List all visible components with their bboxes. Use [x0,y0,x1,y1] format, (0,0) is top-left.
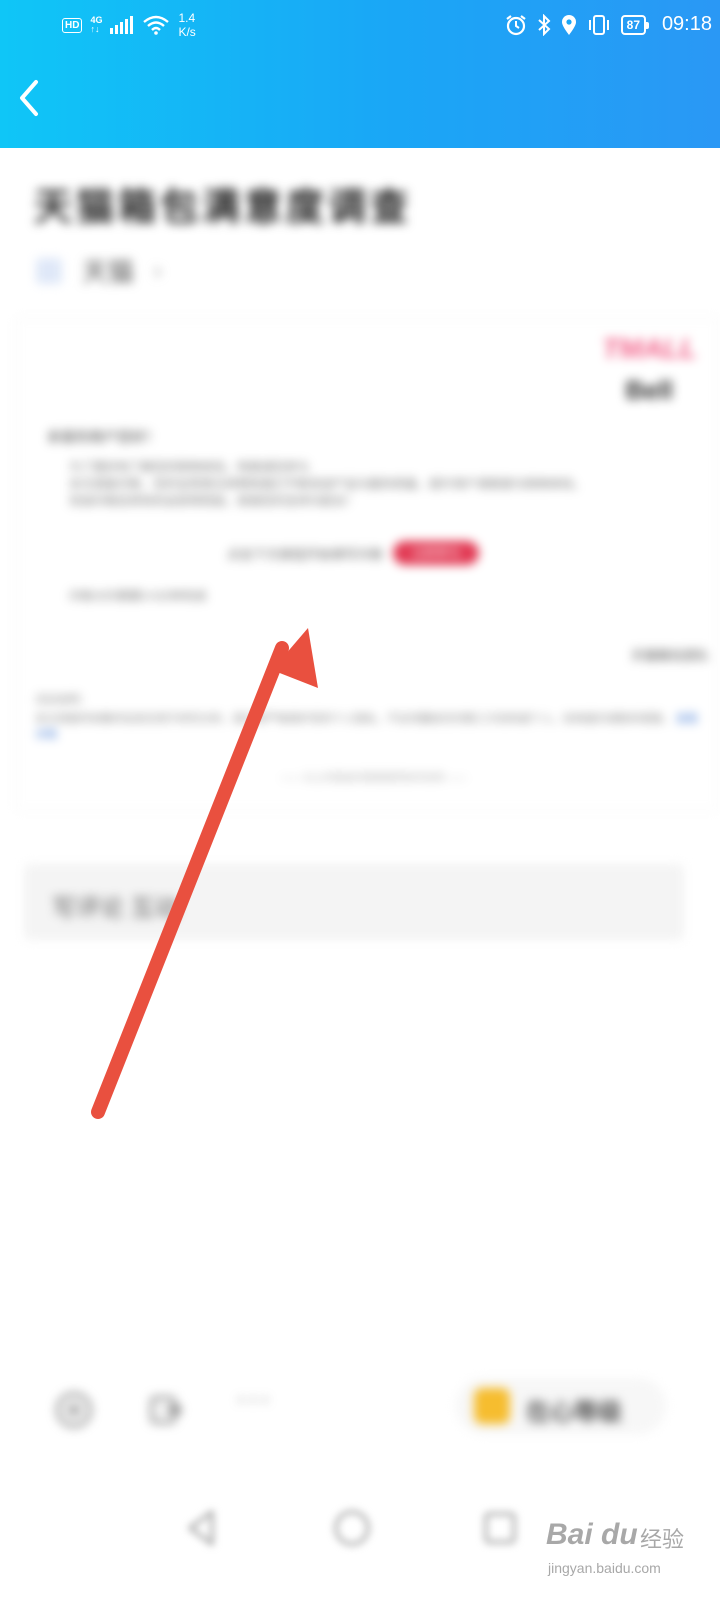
card-button-row: 点击下方按钮开始填写问卷 立即参与 [227,541,480,565]
card-footer-label: 活动说明： [35,694,90,706]
status-bar: HD 4G ↑↓ 1.4 K/s 87 09:18 [0,0,720,50]
survey-card: TMALL Bell 亲爱的用户您好！ 为了更好地了解您的购物体验，特邀请您参与… [16,318,718,810]
level-button[interactable]: 在心等级 [456,1378,666,1434]
status-time: 09:18 [661,13,712,35]
watermark-brand: Bai du [546,1518,638,1551]
article-content: 天猫箱包满意度调查 天猫 › TMALL Bell 亲爱的用户您好！ 为了更好地… [0,148,720,1368]
article-title: 天猫箱包满意度调查 [34,184,413,229]
signal-icon [110,16,134,34]
vibrate-icon [588,15,609,35]
watermark-url: jingyan.baidu.com [548,1560,661,1576]
thumb-icon[interactable] [54,1390,94,1430]
hd-badge: HD [62,17,83,33]
alarm-icon [505,15,526,36]
nav-recents-icon[interactable] [478,1506,522,1550]
comment-placeholder: 写评论 互动 [52,895,179,922]
author-name: 天猫 [82,257,135,287]
card-button-prompt: 点击下方按钮开始填写问卷 [227,546,384,562]
card-brand-red: TMALL [602,333,697,364]
card-line: 本次调查问卷，您的宝贵意见将帮助我们不断改进产品与服务质量，提升用户满意度与购物… [69,477,586,491]
net-speed-unit: K/s [178,25,196,39]
card-line: 完成问卷后将有机会获得奖励，感谢您的支持与配合！ [69,494,358,508]
card-footer-body: 本次调查所收集的信息仅用于研究分析，我们将严格保护您的个人隐私，不会泄露给任何第… [35,713,673,725]
battery-indicator: 87 [620,15,650,35]
location-icon [561,15,576,35]
comment-input[interactable]: 写评论 互动 [24,864,684,940]
chevron-right-icon: › [154,257,162,283]
card-footer-text: 本次调查所收集的信息仅用于研究分析，我们将严格保护您的个人隐私，不会泄露给任何第… [35,711,705,743]
net-speed: 1.4 K/s [178,11,195,39]
card-line: 为了更好地了解您的购物体验，特邀请您参与 [69,460,310,474]
bluetooth-icon [537,14,551,36]
level-label: 在心等级 [526,1399,622,1426]
card-bottom-line: —— 以上内容由问卷星提供技术支持 —— [281,773,467,784]
author-avatar [36,257,62,284]
nav-back-icon[interactable] [180,1506,224,1550]
app-header: HD 4G ↑↓ 1.4 K/s 87 09:18 [0,0,720,148]
bottom-toolbar: ··· 在心等级 [0,1368,720,1458]
network-type: 4G ↑↓ [90,16,102,34]
wifi-icon [143,15,170,35]
back-chevron-icon[interactable] [14,78,44,118]
card-intro: 亲爱的用户您好！ [47,429,159,445]
card-note: 问卷大约需要3-5分钟完成 [69,589,207,603]
status-left: HD 4G ↑↓ 1.4 K/s [62,8,196,42]
author-row[interactable]: 天猫 › [36,252,161,289]
network-arrows: ↑↓ [90,24,100,34]
card-body: 为了更好地了解您的购物体验，特邀请您参与 本次调查问卷，您的宝贵意见将帮助我们不… [69,459,709,510]
nav-home-icon[interactable] [330,1506,374,1550]
status-right: 87 09:18 [505,8,712,42]
card-brand-dark: Bell [625,375,673,405]
level-icon [474,1388,510,1424]
watermark-brand-cn: 经验 [640,1527,685,1552]
more-icon[interactable]: ··· [236,1382,272,1416]
join-survey-button[interactable]: 立即参与 [393,541,480,565]
share-icon[interactable] [146,1390,186,1430]
baidu-watermark: Bai du 经验 jingyan.baidu.com [540,1514,700,1588]
card-signature: 天猫箱包团队 [630,648,709,663]
net-speed-value: 1.4 [178,11,196,25]
